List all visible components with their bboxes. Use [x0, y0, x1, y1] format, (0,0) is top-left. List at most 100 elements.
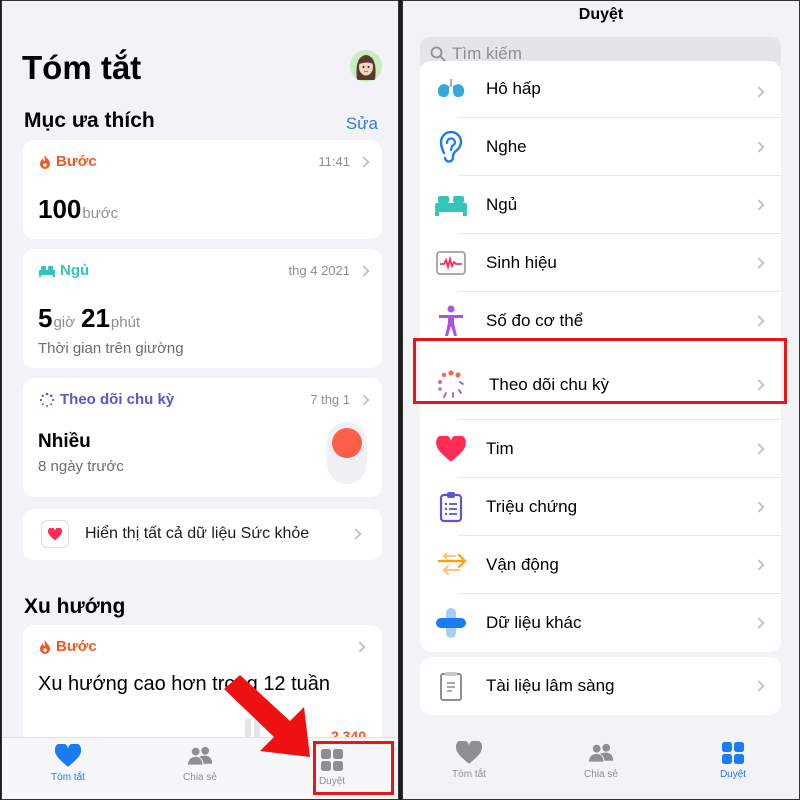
steps-value: 100 — [38, 194, 82, 224]
arrows-icon — [437, 552, 467, 575]
tab-sharing[interactable]: Chia sẻ — [134, 738, 266, 799]
body-icon — [439, 305, 463, 336]
category-label: Vận động — [486, 555, 559, 574]
tab-browse[interactable]: Duyệt — [667, 727, 799, 799]
trends-heading: Xu hướng — [24, 595, 126, 618]
tab-browse[interactable]: Duyệt — [266, 738, 398, 799]
tab-label: Duyệt — [318, 776, 346, 787]
category-item-respiratory[interactable]: Hô hấp — [420, 61, 781, 118]
sleep-minutes: 21 — [80, 303, 110, 333]
vitals-icon — [436, 251, 466, 275]
chevron-right-icon — [753, 86, 765, 98]
category-item-mobility[interactable]: Vận động — [420, 536, 781, 594]
chevron-right-icon — [753, 315, 765, 327]
lungs-icon — [437, 79, 465, 97]
category-label: Dữ liệu khác — [486, 613, 582, 632]
chevron-right-icon — [753, 379, 765, 391]
chevron-right-icon — [753, 501, 765, 513]
category-label: Ngủ — [486, 195, 518, 214]
cycle-tracking-card[interactable]: Theo dõi chu kỳ 7 thg 1 Nhiều 8 ngày trư… — [23, 378, 382, 497]
edit-button[interactable]: Sửa — [346, 114, 378, 134]
sleep-hours: 5 — [38, 303, 53, 333]
memoji-avatar-icon — [356, 55, 376, 80]
trend-headline: Xu hướng cao hơn trong 12 tuần — [38, 673, 331, 695]
sleep-hours-unit: giờ — [53, 314, 75, 331]
search-icon — [430, 46, 446, 62]
ear-icon — [439, 131, 463, 163]
tab-bar: Tóm tắt Chia sẻ Duyệt — [403, 727, 799, 799]
avatar[interactable] — [350, 50, 382, 82]
grid-icon — [722, 742, 744, 764]
plus-icon — [436, 608, 466, 638]
flame-icon — [40, 154, 50, 169]
steps-unit: bước — [82, 205, 119, 222]
cycle-indicator — [327, 422, 367, 484]
category-label: Tài liệu lâm sàng — [486, 676, 615, 695]
card-category: Bước — [56, 638, 97, 655]
page-title: Tóm tắt — [22, 49, 142, 86]
document-icon — [440, 672, 462, 701]
category-item-heart[interactable]: Tim — [420, 420, 781, 478]
people-icon — [187, 746, 213, 765]
category-item-vitals[interactable]: Sinh hiệu — [420, 234, 781, 292]
card-category: Bước — [56, 153, 97, 170]
sleep-card[interactable]: Ngủ thg 4 2021 5 giờ 21 phút Thời gian t… — [23, 249, 382, 368]
chevron-right-icon — [358, 393, 370, 406]
category-label: Theo dõi chu kỳ — [489, 375, 610, 394]
chevron-right-icon — [354, 641, 366, 653]
heart-icon — [436, 435, 466, 462]
page-title: Duyệt — [578, 6, 624, 23]
tab-label: Tóm tắt — [452, 769, 486, 780]
category-label: Tim — [486, 439, 514, 458]
chevron-right-icon — [753, 199, 765, 211]
people-icon — [588, 743, 614, 762]
summary-screen: Tóm tắt Mục ưa thích Sửa Bước 11:41 100 … — [1, 0, 399, 800]
tab-bar: Tóm tắt Chia sẻ Duyệt — [2, 737, 398, 799]
card-time: 7 thg 1 — [310, 392, 350, 407]
steps-card[interactable]: Bước 11:41 100 bước — [23, 140, 382, 239]
chevron-right-icon — [753, 141, 765, 153]
tab-label: Chia sẻ — [584, 769, 618, 780]
chevron-right-icon — [753, 257, 765, 269]
chevron-right-icon — [753, 680, 765, 692]
category-item-sleep[interactable]: Ngủ — [420, 176, 781, 234]
tab-sharing[interactable]: Chia sẻ — [535, 727, 667, 799]
heart-icon — [55, 744, 81, 767]
chevron-right-icon — [350, 528, 362, 540]
chevron-right-icon — [753, 559, 765, 571]
category-item-body-measurements[interactable]: Số đo cơ thể — [420, 292, 781, 350]
sleep-minutes-unit: phút — [110, 314, 141, 331]
browse-screen: Duyệt Tìm kiếm Hô hấp Nghe Ngủ Sinh hiệu… — [402, 0, 800, 800]
show-all-health-data-button[interactable]: Hiển thị tất cả dữ liệu Sức khỏe — [23, 509, 382, 560]
category-label: Sinh hiệu — [486, 253, 557, 272]
category-item-symptoms[interactable]: Triệu chứng — [420, 478, 781, 536]
card-time: thg 4 2021 — [288, 263, 350, 278]
card-category: Ngủ — [60, 262, 90, 279]
category-item-other-data[interactable]: Dữ liệu khác — [420, 594, 781, 652]
chevron-right-icon — [358, 264, 370, 277]
card-time: 11:41 — [318, 154, 350, 169]
category-item-cycle-tracking[interactable]: Theo dõi chu kỳ — [420, 350, 781, 420]
chevron-right-icon — [753, 617, 765, 629]
category-label: Hô hấp — [486, 79, 541, 98]
category-label: Triệu chứng — [486, 497, 578, 516]
bed-icon — [435, 196, 467, 216]
cycle-caption: 8 ngày trước — [38, 458, 124, 475]
cycle-icon — [438, 370, 464, 398]
card-category: Theo dõi chu kỳ — [60, 391, 175, 408]
flame-icon — [40, 639, 50, 654]
category-item-hearing[interactable]: Nghe — [420, 118, 781, 176]
clinical-documents-list: Tài liệu lâm sàng — [420, 657, 781, 715]
cycle-icon — [39, 392, 55, 407]
grid-icon — [321, 749, 343, 771]
tab-summary[interactable]: Tóm tắt — [2, 738, 134, 799]
category-list: Hô hấp Nghe Ngủ Sinh hiệu Số đo cơ thể T… — [420, 61, 781, 652]
chevron-right-icon — [753, 443, 765, 455]
health-app-icon — [41, 520, 69, 548]
heart-icon — [456, 741, 482, 764]
tab-label: Duyệt — [719, 769, 747, 780]
category-item-clinical-documents[interactable]: Tài liệu lâm sàng — [420, 657, 781, 715]
tab-summary[interactable]: Tóm tắt — [403, 727, 535, 799]
clipboard-icon — [439, 492, 463, 523]
category-label: Số đo cơ thể — [486, 311, 584, 330]
